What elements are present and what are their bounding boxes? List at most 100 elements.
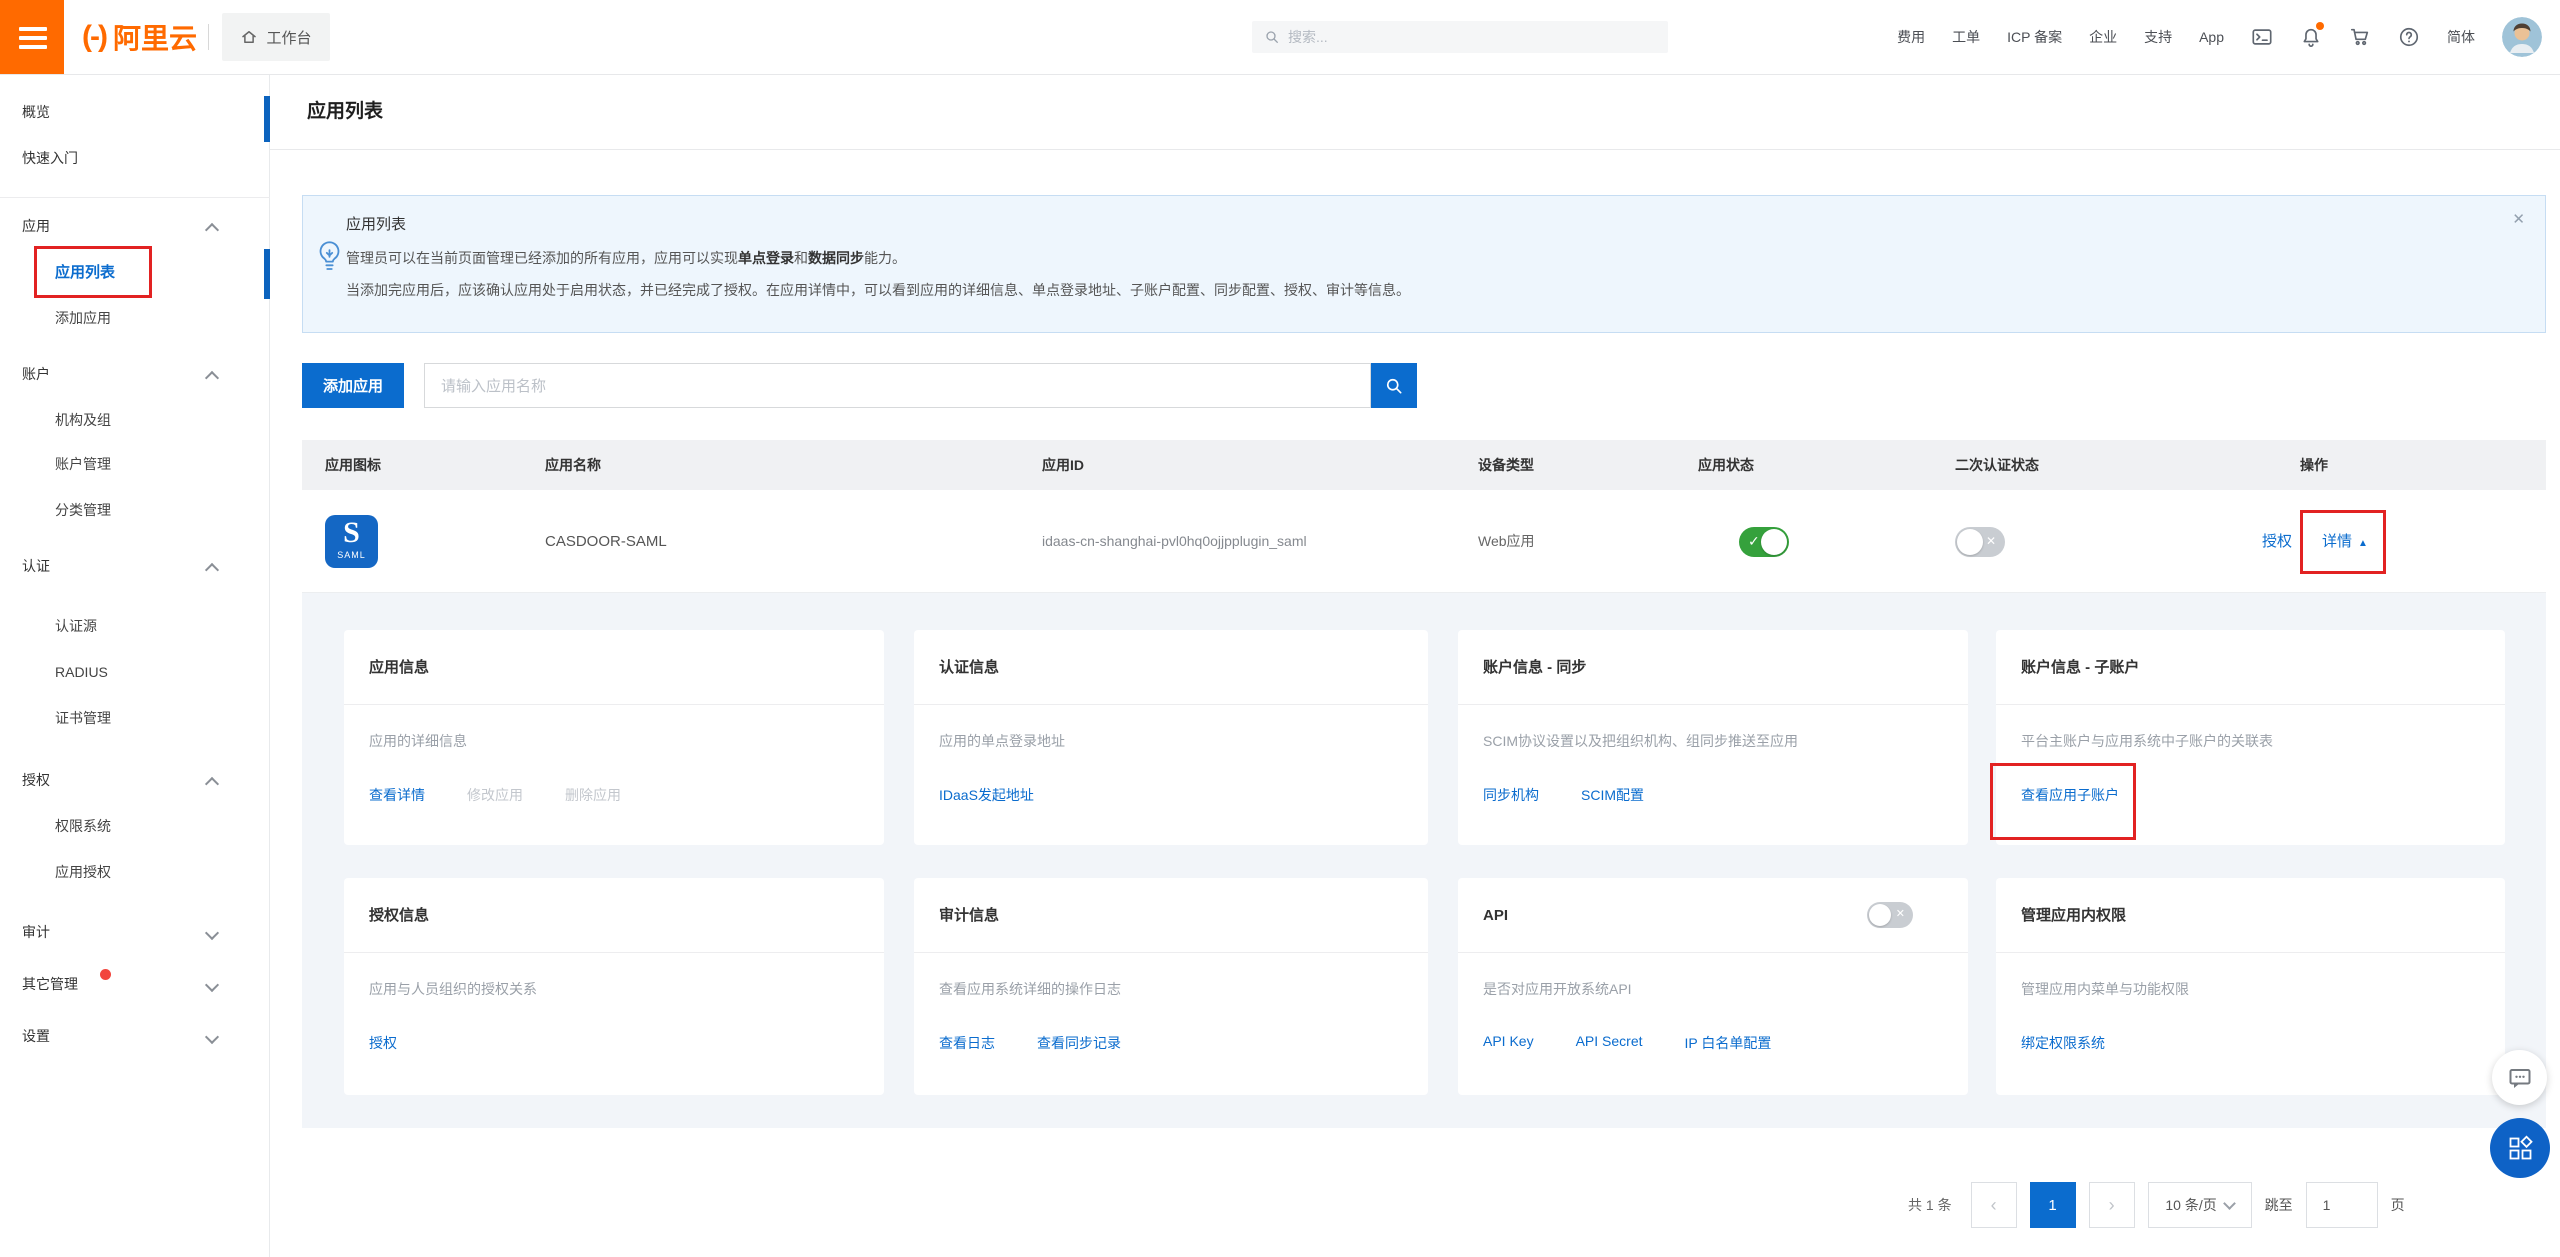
sidebar-item-add-application[interactable]: 添加应用 (0, 295, 270, 341)
sidebar-item-radius[interactable]: RADIUS (0, 649, 270, 695)
sidebar-item-audit[interactable]: 审计 (0, 909, 270, 955)
detail-link-label: 详情 (2322, 533, 2352, 550)
next-page-button[interactable]: › (2089, 1182, 2135, 1228)
widgets-button[interactable] (2490, 1118, 2550, 1178)
bell-icon[interactable] (2300, 26, 2322, 48)
avatar[interactable] (2502, 17, 2542, 57)
sidebar-item-label: 账户 (22, 366, 50, 382)
card-link: 删除应用 (565, 785, 621, 805)
sidebar-item-label: 应用授权 (55, 864, 111, 880)
add-application-button[interactable]: 添加应用 (302, 363, 404, 408)
nav-item-billing[interactable]: 费用 (1897, 27, 1925, 47)
alibaba-cloud-idaas-console: (-) 阿里云 工作台 搜索... 费用 工单 ICP 备案 企业 支持 App (0, 0, 2560, 1257)
nav-item-icp[interactable]: ICP 备案 (2007, 27, 2062, 47)
alibaba-cloud-logo[interactable]: (-) 阿里云 (82, 0, 197, 74)
sidebar-item-accounts[interactable]: 账户 (0, 351, 270, 397)
app-name: CASDOOR-SAML (545, 490, 667, 593)
table-row: S SAML CASDOOR-SAML idaas-cn-shanghai-pv… (302, 490, 2546, 593)
card-link: 修改应用 (467, 785, 523, 805)
search-icon (1384, 376, 1404, 396)
sidebar-item-authentication[interactable]: 认证 (0, 543, 270, 589)
detail-link[interactable]: 详情▲ (2322, 490, 2368, 595)
sidebar-item-certificate-management[interactable]: 证书管理 (0, 695, 270, 741)
card-link[interactable]: 查看应用子账户 (2021, 785, 2119, 805)
nav-item-support[interactable]: 支持 (2144, 27, 2172, 47)
card-link[interactable]: SCIM配置 (1581, 785, 1644, 805)
sidebar-item-organizations-groups[interactable]: 机构及组 (0, 397, 270, 443)
check-icon: ✓ (1748, 533, 1760, 550)
console-icon[interactable] (2251, 26, 2273, 48)
card-link[interactable]: 同步机构 (1483, 785, 1539, 805)
chevron-down-icon (2223, 1197, 2236, 1210)
nav-item-tickets[interactable]: 工单 (1952, 27, 1980, 47)
feedback-button[interactable] (2492, 1050, 2547, 1105)
total-count: 共 1 条 (1908, 1195, 1952, 1215)
sidebar-item-quick-start[interactable]: 快速入门 (0, 135, 270, 181)
logo-text: 阿里云 (113, 17, 197, 57)
language-switch[interactable]: 简体 (2447, 27, 2475, 47)
help-icon[interactable] (2398, 26, 2420, 48)
nav-item-app[interactable]: App (2199, 29, 2224, 45)
chevron-down-icon (205, 978, 219, 992)
card-link[interactable]: 查看同步记录 (1037, 1033, 1121, 1053)
widgets-icon (2506, 1134, 2534, 1162)
sidebar-item-account-management[interactable]: 账户管理 (0, 441, 270, 487)
mfa-status-toggle[interactable]: ✕ (1955, 527, 2005, 557)
cart-icon[interactable] (2349, 26, 2371, 48)
card-title: 授权信息 (369, 878, 429, 953)
card-link[interactable]: IDaaS发起地址 (939, 785, 1034, 805)
api-toggle[interactable]: ✕ (1867, 902, 1913, 928)
topbar-search-placeholder: 搜索... (1288, 27, 1328, 47)
sidebar-item-label: 应用列表 (55, 264, 115, 281)
sidebar-item-label: 认证源 (55, 618, 97, 634)
sidebar-item-applications[interactable]: 应用 (0, 203, 270, 249)
sidebar-item-label: 概览 (22, 104, 50, 120)
sidebar-item-label: 快速入门 (22, 150, 78, 166)
sidebar-item-label: 证书管理 (55, 710, 111, 726)
sidebar-item-authorization[interactable]: 授权 (0, 757, 270, 803)
sidebar-item-application-list[interactable]: 应用列表 (0, 249, 270, 295)
search-icon (1264, 29, 1280, 45)
sidebar-item-application-authorization[interactable]: 应用授权 (0, 849, 270, 895)
page-size-select[interactable]: 10 条/页 (2148, 1182, 2252, 1228)
sidebar-item-label: 权限系统 (55, 818, 111, 834)
hamburger-menu-button[interactable] (0, 0, 64, 74)
card-link[interactable]: 授权 (369, 1033, 397, 1053)
close-icon[interactable]: ✕ (2508, 206, 2529, 232)
sidebar-item-category-management[interactable]: 分类管理 (0, 487, 270, 533)
card-link[interactable]: IP 白名单配置 (1685, 1033, 1772, 1053)
chevron-down-icon (205, 926, 219, 940)
banner-title: 应用列表 (346, 213, 406, 234)
current-page-button[interactable]: 1 (2030, 1182, 2076, 1228)
card-app-info: 应用信息应用的详细信息查看详情修改应用删除应用 (344, 630, 884, 845)
sidebar-item-other-management[interactable]: 其它管理 (0, 961, 270, 1007)
x-icon: ✕ (1986, 534, 1996, 548)
nav-item-enterprise[interactable]: 企业 (2089, 27, 2117, 47)
card-link[interactable]: API Secret (1576, 1033, 1643, 1053)
prev-page-button[interactable]: ‹ (1971, 1182, 2017, 1228)
card-link[interactable]: 绑定权限系统 (2021, 1033, 2105, 1053)
card-auth-info: 认证信息应用的单点登录地址IDaaS发起地址 (914, 630, 1428, 845)
sidebar-item-permission-systems[interactable]: 权限系统 (0, 803, 270, 849)
card-title: 管理应用内权限 (2021, 878, 2126, 953)
card-link[interactable]: 查看日志 (939, 1033, 995, 1053)
sidebar-item-settings[interactable]: 设置 (0, 1013, 270, 1059)
lightbulb-icon (316, 240, 343, 281)
sidebar-item-auth-sources[interactable]: 认证源 (0, 603, 270, 649)
card-description: 应用的详细信息 (369, 731, 859, 751)
card-link[interactable]: API Key (1483, 1033, 1534, 1053)
topbar-search-input[interactable]: 搜索... (1252, 21, 1668, 53)
toggle-knob (1869, 904, 1891, 926)
card-description: 应用与人员组织的授权关系 (369, 979, 859, 999)
sidebar-item-label: 授权 (22, 772, 50, 788)
sidebar-item-overview[interactable]: 概览 (0, 89, 270, 135)
app-search-input[interactable]: 请输入应用名称 (424, 363, 1371, 408)
card-link[interactable]: 查看详情 (369, 785, 425, 805)
workbench-button[interactable]: 工作台 (222, 13, 330, 61)
app-status-toggle[interactable]: ✓ (1739, 527, 1789, 557)
authorize-link[interactable]: 授权 (2262, 490, 2292, 593)
jump-page-input[interactable]: 1 (2306, 1182, 2378, 1228)
sidebar-item-label: 机构及组 (55, 412, 111, 428)
card-title: 认证信息 (939, 630, 999, 705)
search-button[interactable] (1371, 363, 1417, 408)
